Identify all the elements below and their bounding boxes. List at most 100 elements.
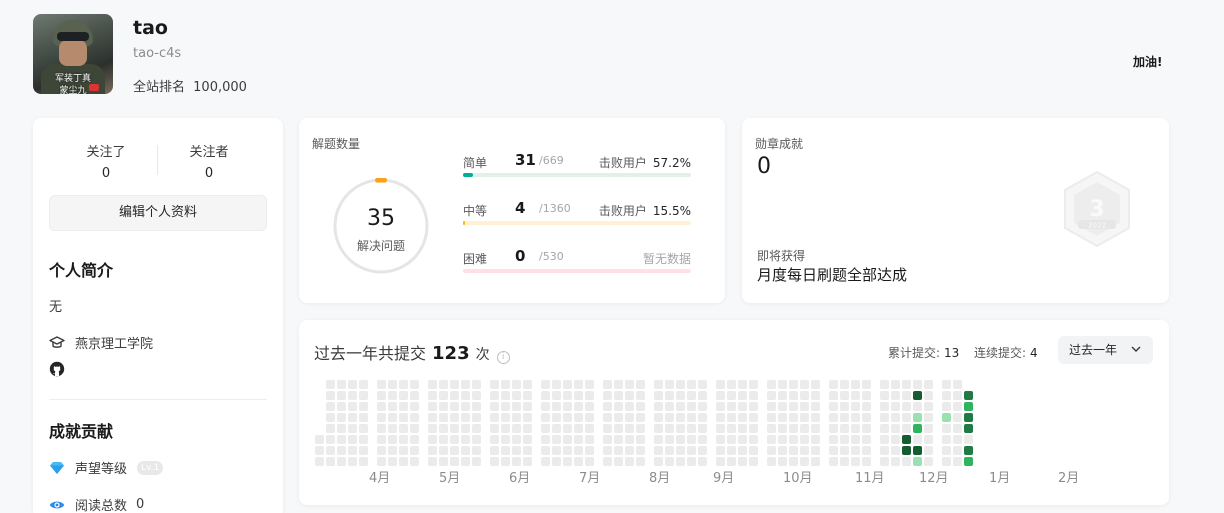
calendar-day[interactable] xyxy=(450,402,459,411)
calendar-day[interactable] xyxy=(461,446,470,455)
calendar-day[interactable] xyxy=(778,391,787,400)
calendar-day[interactable] xyxy=(665,391,674,400)
calendar-day[interactable] xyxy=(603,402,612,411)
calendar-day[interactable] xyxy=(585,424,594,433)
calendar-day[interactable] xyxy=(687,424,696,433)
calendar-day[interactable] xyxy=(410,424,419,433)
calendar-day[interactable] xyxy=(698,402,707,411)
calendar-day[interactable] xyxy=(942,446,951,455)
calendar-day[interactable] xyxy=(902,457,911,466)
calendar-day[interactable] xyxy=(964,435,973,444)
calendar-day[interactable] xyxy=(829,446,838,455)
calendar-day[interactable] xyxy=(811,413,820,422)
calendar-day[interactable] xyxy=(574,457,583,466)
calendar-day[interactable] xyxy=(614,446,623,455)
calendar-day[interactable] xyxy=(789,402,798,411)
calendar-day[interactable] xyxy=(942,402,951,411)
calendar-day[interactable] xyxy=(880,457,889,466)
calendar-day[interactable] xyxy=(665,380,674,389)
calendar-day[interactable] xyxy=(767,391,776,400)
calendar-day[interactable] xyxy=(778,435,787,444)
calendar-day[interactable] xyxy=(428,446,437,455)
calendar-day[interactable] xyxy=(778,380,787,389)
calendar-day[interactable] xyxy=(541,391,550,400)
calendar-day[interactable] xyxy=(552,391,561,400)
calendar-day[interactable] xyxy=(913,424,922,433)
calendar-day[interactable] xyxy=(727,380,736,389)
calendar-day[interactable] xyxy=(902,380,911,389)
calendar-day[interactable] xyxy=(377,446,386,455)
calendar-day[interactable] xyxy=(862,446,871,455)
calendar-day[interactable] xyxy=(388,457,397,466)
calendar-day[interactable] xyxy=(738,435,747,444)
calendar-day[interactable] xyxy=(767,435,776,444)
calendar-day[interactable] xyxy=(326,402,335,411)
calendar-day[interactable] xyxy=(603,435,612,444)
calendar-day[interactable] xyxy=(359,435,368,444)
calendar-day[interactable] xyxy=(348,424,357,433)
calendar-day[interactable] xyxy=(388,391,397,400)
calendar-day[interactable] xyxy=(585,435,594,444)
calendar-day[interactable] xyxy=(399,380,408,389)
calendar-day[interactable] xyxy=(862,391,871,400)
calendar-day[interactable] xyxy=(800,380,809,389)
calendar-day[interactable] xyxy=(727,413,736,422)
calendar-day[interactable] xyxy=(778,413,787,422)
calendar-day[interactable] xyxy=(523,380,532,389)
calendar-day[interactable] xyxy=(439,435,448,444)
calendar-day[interactable] xyxy=(614,380,623,389)
calendar-day[interactable] xyxy=(811,391,820,400)
calendar-day[interactable] xyxy=(749,391,758,400)
calendar-day[interactable] xyxy=(410,413,419,422)
calendar-day[interactable] xyxy=(337,457,346,466)
calendar-day[interactable] xyxy=(749,446,758,455)
calendar-day[interactable] xyxy=(851,435,860,444)
calendar-day[interactable] xyxy=(862,380,871,389)
calendar-day[interactable] xyxy=(840,380,849,389)
calendar-day[interactable] xyxy=(337,391,346,400)
calendar-day[interactable] xyxy=(840,391,849,400)
range-select[interactable]: 过去一年 xyxy=(1058,336,1153,364)
calendar-day[interactable] xyxy=(789,457,798,466)
calendar-day[interactable] xyxy=(676,413,685,422)
calendar-day[interactable] xyxy=(964,424,973,433)
calendar-day[interactable] xyxy=(840,424,849,433)
calendar-day[interactable] xyxy=(727,424,736,433)
calendar-day[interactable] xyxy=(687,402,696,411)
calendar-day[interactable] xyxy=(501,446,510,455)
calendar-day[interactable] xyxy=(880,424,889,433)
calendar-day[interactable] xyxy=(654,446,663,455)
calendar-day[interactable] xyxy=(388,424,397,433)
calendar-day[interactable] xyxy=(585,457,594,466)
calendar-day[interactable] xyxy=(811,380,820,389)
calendar-day[interactable] xyxy=(636,413,645,422)
calendar-day[interactable] xyxy=(552,380,561,389)
calendar-day[interactable] xyxy=(636,457,645,466)
calendar-day[interactable] xyxy=(461,402,470,411)
calendar-day[interactable] xyxy=(636,424,645,433)
calendar-day[interactable] xyxy=(512,391,521,400)
calendar-day[interactable] xyxy=(738,446,747,455)
calendar-day[interactable] xyxy=(585,380,594,389)
calendar-day[interactable] xyxy=(738,457,747,466)
calendar-day[interactable] xyxy=(399,457,408,466)
calendar-day[interactable] xyxy=(399,391,408,400)
calendar-day[interactable] xyxy=(523,391,532,400)
calendar-day[interactable] xyxy=(501,413,510,422)
calendar-day[interactable] xyxy=(574,435,583,444)
calendar-day[interactable] xyxy=(891,457,900,466)
calendar-day[interactable] xyxy=(501,424,510,433)
calendar-day[interactable] xyxy=(501,435,510,444)
calendar-day[interactable] xyxy=(399,435,408,444)
calendar-day[interactable] xyxy=(337,402,346,411)
calendar-day[interactable] xyxy=(851,380,860,389)
calendar-day[interactable] xyxy=(789,446,798,455)
calendar-day[interactable] xyxy=(891,391,900,400)
calendar-day[interactable] xyxy=(953,402,962,411)
calendar-day[interactable] xyxy=(727,402,736,411)
calendar-day[interactable] xyxy=(665,402,674,411)
calendar-day[interactable] xyxy=(377,435,386,444)
calendar-day[interactable] xyxy=(410,380,419,389)
calendar-day[interactable] xyxy=(625,413,634,422)
calendar-day[interactable] xyxy=(924,435,933,444)
